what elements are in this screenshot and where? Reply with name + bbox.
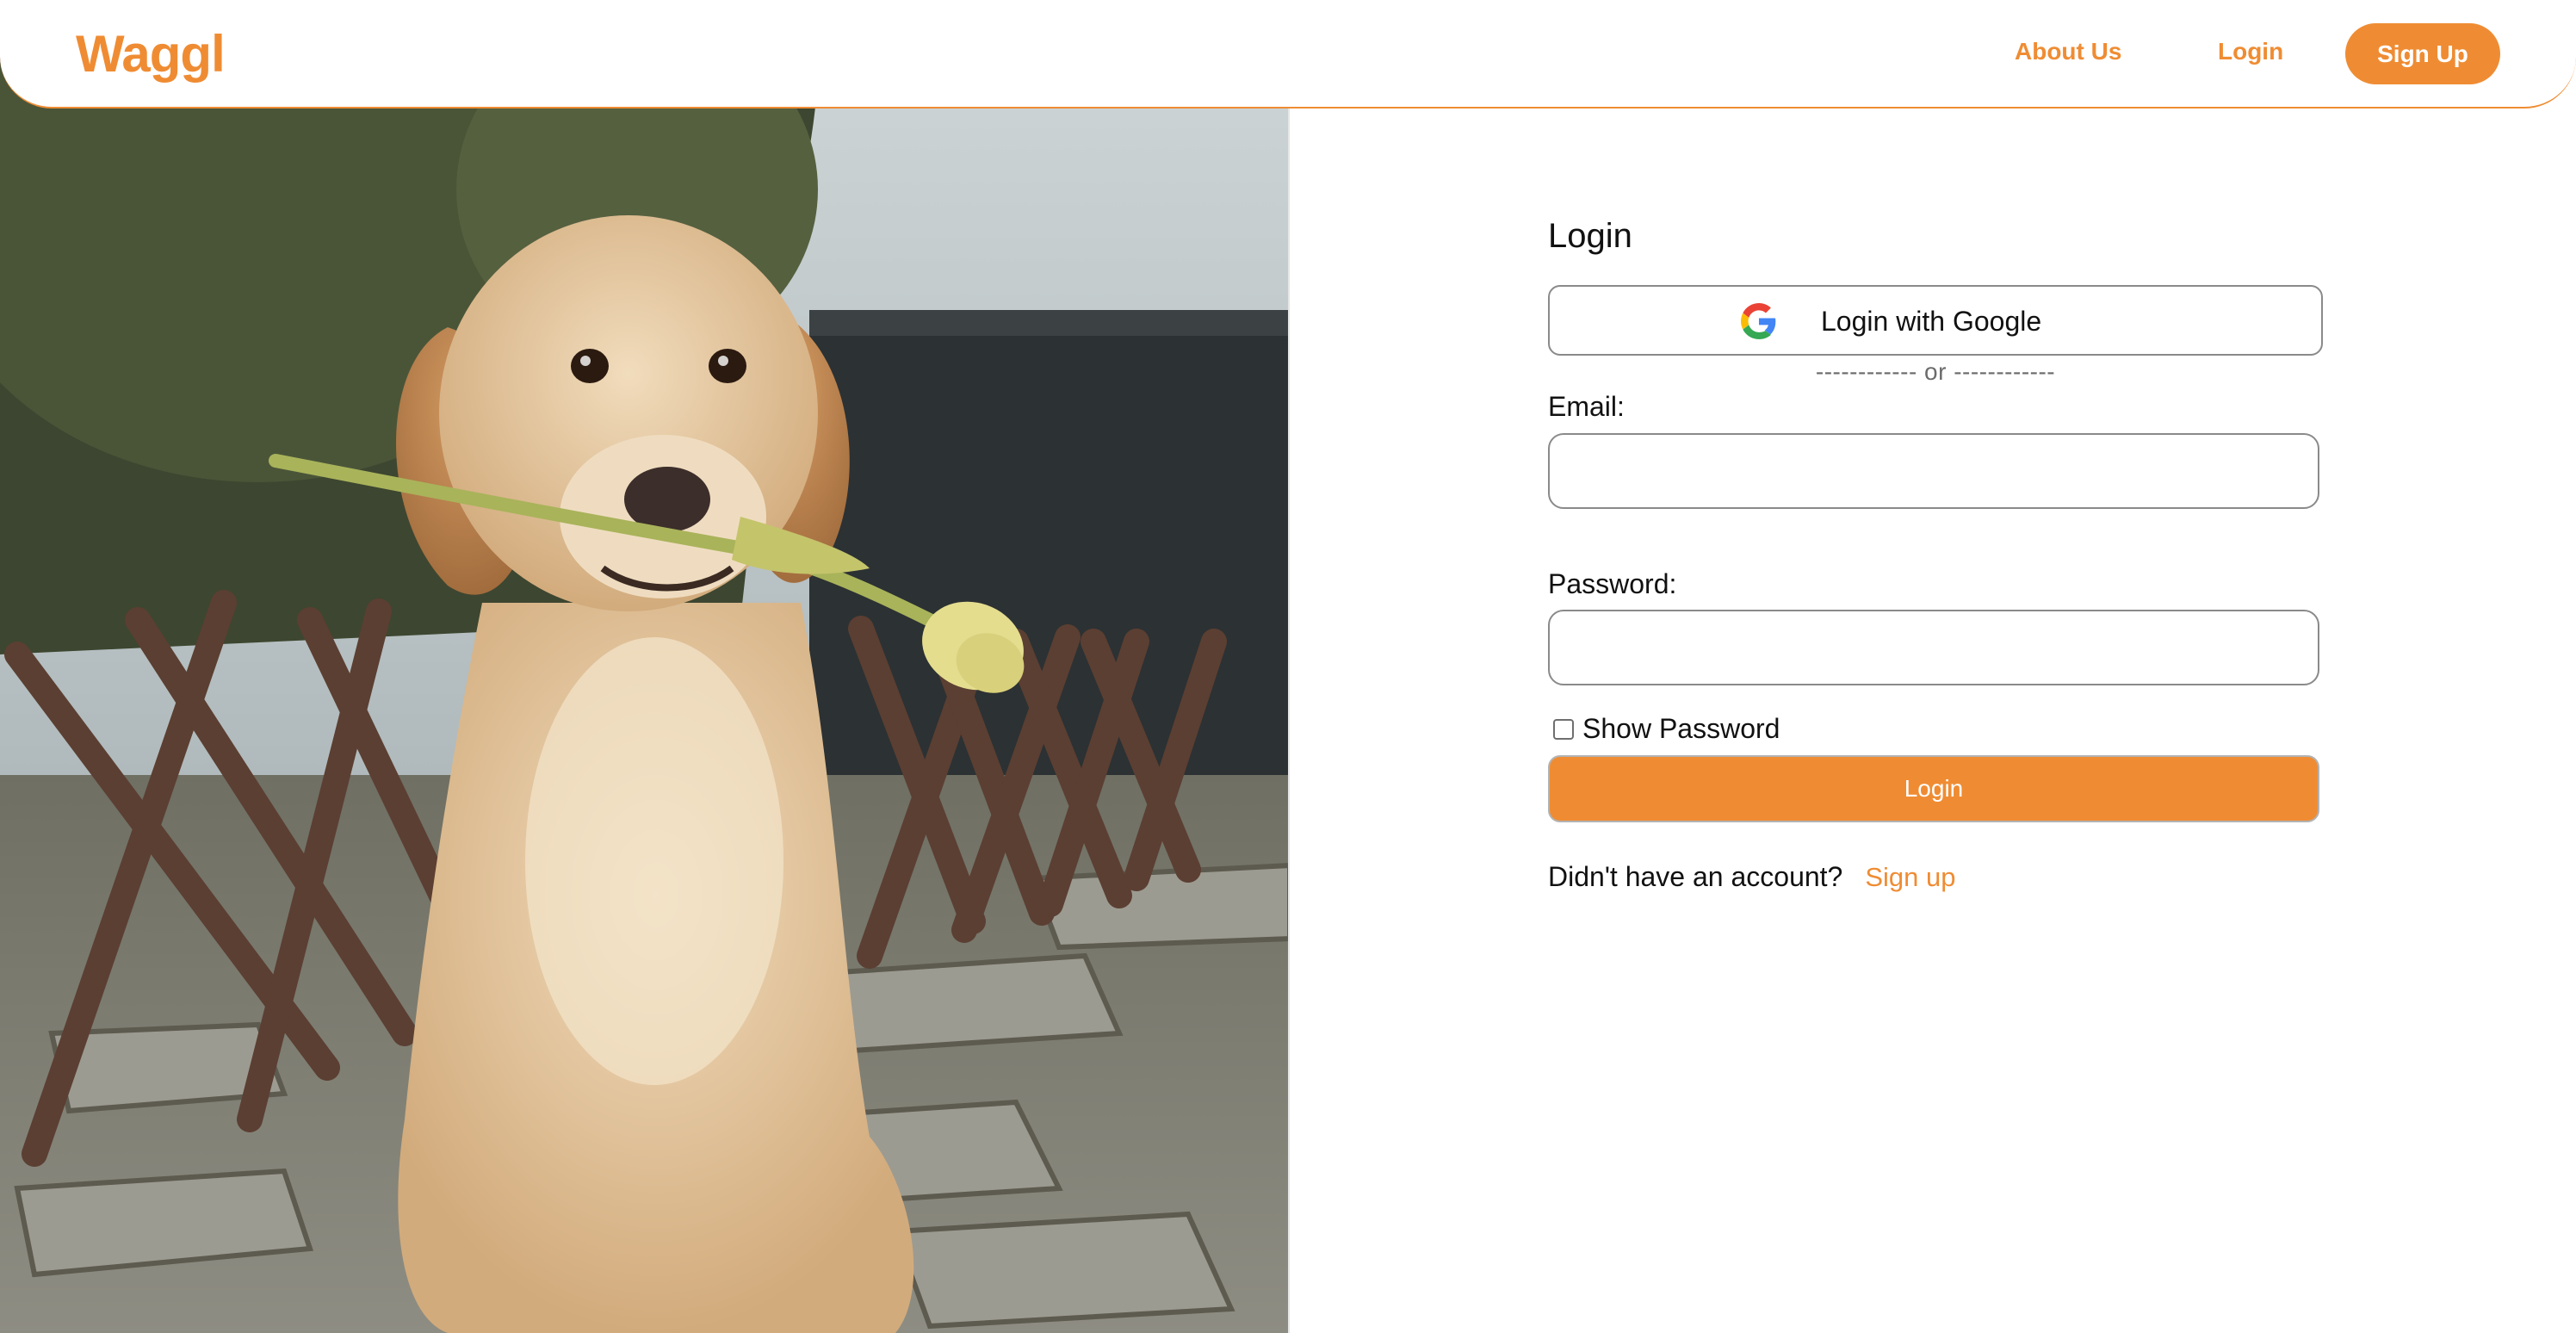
password-field[interactable]	[1548, 610, 2319, 685]
signup-prompt-text: Didn't have an account?	[1548, 861, 1843, 892]
puppy-with-tulip-image	[0, 0, 1288, 1333]
login-title: Login	[1548, 217, 1632, 255]
nav-login-link[interactable]: Login	[2218, 38, 2283, 65]
top-navbar: Waggl About Us Login Sign Up	[0, 0, 2576, 108]
google-g-icon	[1741, 303, 1776, 339]
signup-link[interactable]: Sign up	[1865, 862, 1955, 893]
signup-prompt-row: Didn't have an account? Sign up	[1548, 861, 1955, 893]
password-label: Password:	[1548, 568, 1677, 599]
login-with-google-label: Login with Google	[1821, 306, 2042, 337]
login-with-google-button[interactable]: Login with Google	[1548, 285, 2323, 356]
login-submit-button[interactable]: Login	[1548, 755, 2319, 822]
brand-logo[interactable]: Waggl	[76, 24, 226, 84]
email-label: Email:	[1548, 391, 1625, 422]
or-separator: ------------ or ------------	[1815, 358, 2056, 385]
show-password-option[interactable]: Show Password	[1553, 713, 1780, 745]
nav-about-us-link[interactable]: About Us	[2015, 38, 2121, 65]
show-password-checkbox[interactable]	[1553, 718, 1574, 740]
email-field[interactable]	[1548, 433, 2319, 509]
nav-sign-up-button[interactable]: Sign Up	[2345, 23, 2500, 84]
show-password-label[interactable]: Show Password	[1582, 713, 1780, 745]
hero-photo	[0, 0, 1290, 1333]
